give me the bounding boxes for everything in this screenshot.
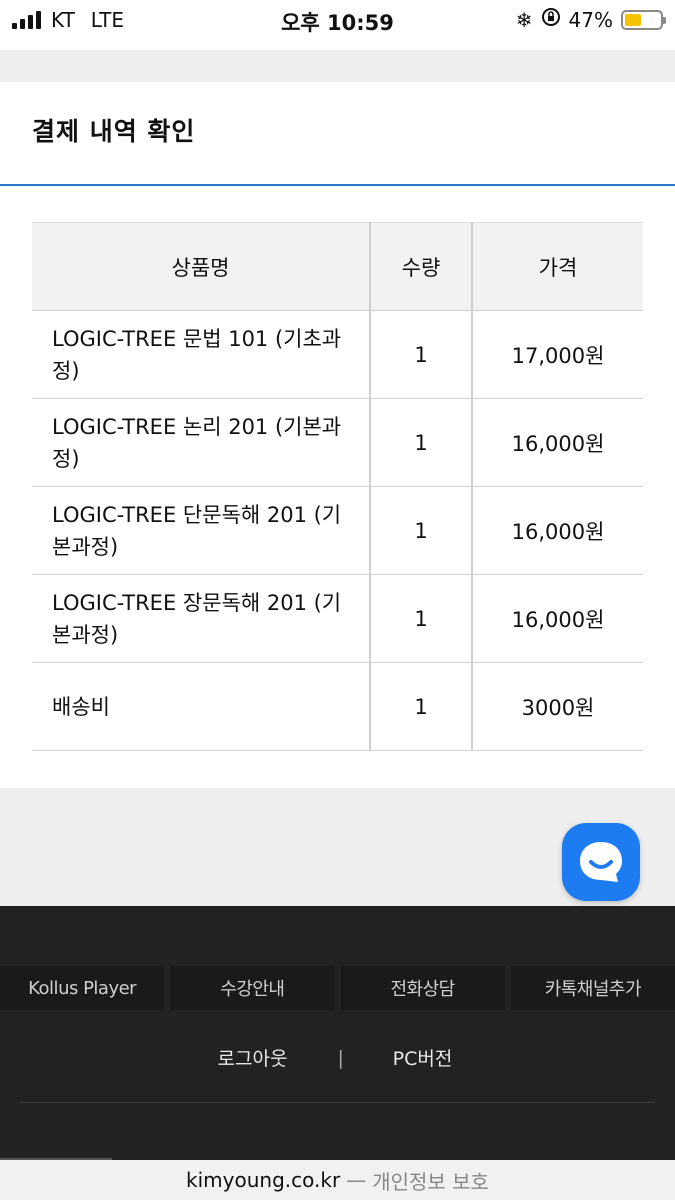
- bluetooth-icon: ❄: [515, 7, 533, 32]
- row-quantity: 1: [370, 662, 473, 751]
- row-product-name: LOGIC-TREE 단문독해 201 (기본과정): [32, 486, 371, 575]
- url-domain: kimyoung.co.kr: [186, 1168, 341, 1192]
- tab-phone-consult[interactable]: 전화상담: [340, 966, 505, 1010]
- footer-divider: [20, 1102, 655, 1103]
- table-row: 배송비 1 3000원: [32, 662, 643, 751]
- table-row: LOGIC-TREE 단문독해 201 (기본과정) 1 16,000원: [32, 486, 643, 575]
- footer: Kollus Player 수강안내 전화상담 카톡채널추가 로그아웃 | PC…: [0, 906, 675, 1161]
- order-table: 상품명 수량 가격 LOGIC-TREE 문법 101 (기초과정) 1 17,…: [32, 222, 643, 751]
- row-price: 16,000원: [472, 574, 643, 663]
- footer-tabs: Kollus Player 수강안내 전화상담 카톡채널추가: [0, 966, 675, 1010]
- table-row: LOGIC-TREE 논리 201 (기본과정) 1 16,000원: [32, 398, 643, 487]
- row-product-name: LOGIC-TREE 논리 201 (기본과정): [32, 398, 371, 487]
- pc-version-link[interactable]: PC버전: [338, 1044, 508, 1071]
- table-row: LOGIC-TREE 문법 101 (기초과정) 1 17,000원: [32, 310, 643, 399]
- tab-kakao-channel[interactable]: 카톡채널추가: [510, 966, 675, 1010]
- row-price: 3000원: [472, 662, 643, 751]
- header-quantity: 수량: [370, 222, 473, 311]
- row-quantity: 1: [370, 310, 473, 399]
- row-quantity: 1: [370, 574, 473, 663]
- row-product-name: 배송비: [32, 662, 371, 751]
- battery-icon: [621, 9, 666, 30]
- logout-link[interactable]: 로그아웃: [168, 1044, 338, 1071]
- tab-kollus-player[interactable]: Kollus Player: [0, 966, 165, 1010]
- title-divider: [0, 184, 675, 186]
- url-privacy-label: 개인정보 보호: [372, 1169, 489, 1194]
- table-row: LOGIC-TREE 장문독해 201 (기본과정) 1 16,000원: [32, 574, 643, 663]
- table-header-row: 상품명 수량 가격: [32, 222, 643, 311]
- chat-bubble-icon: [580, 842, 622, 882]
- top-spacer: [0, 50, 675, 82]
- row-product-name: LOGIC-TREE 장문독해 201 (기본과정): [32, 574, 371, 663]
- footer-links: 로그아웃 | PC버전: [0, 1044, 675, 1071]
- row-quantity: 1: [370, 486, 473, 575]
- header-product-name: 상품명: [32, 222, 371, 311]
- row-price: 16,000원: [472, 398, 643, 487]
- status-right: ❄ 47%: [515, 7, 666, 32]
- chat-button[interactable]: [562, 823, 640, 901]
- battery-percent: 47%: [568, 7, 613, 32]
- row-quantity: 1: [370, 398, 473, 487]
- header-price: 가격: [472, 222, 643, 311]
- url-bar[interactable]: kimyoung.co.kr — 개인정보 보호: [0, 1160, 675, 1200]
- row-product-name: LOGIC-TREE 문법 101 (기초과정): [32, 310, 371, 399]
- row-price: 17,000원: [472, 310, 643, 399]
- page-title: 결제 내역 확인: [32, 117, 196, 146]
- tab-course-guide[interactable]: 수강안내: [170, 966, 335, 1010]
- url-separator: —: [346, 1168, 367, 1192]
- rotation-lock-icon: [541, 7, 561, 32]
- row-price: 16,000원: [472, 486, 643, 575]
- status-bar: KT LTE 오후 10:59 ❄ 47%: [0, 0, 675, 50]
- payment-panel: 결제 내역 확인 상품명 수량 가격 LOGIC-TREE 문법 101 (기초…: [0, 82, 675, 788]
